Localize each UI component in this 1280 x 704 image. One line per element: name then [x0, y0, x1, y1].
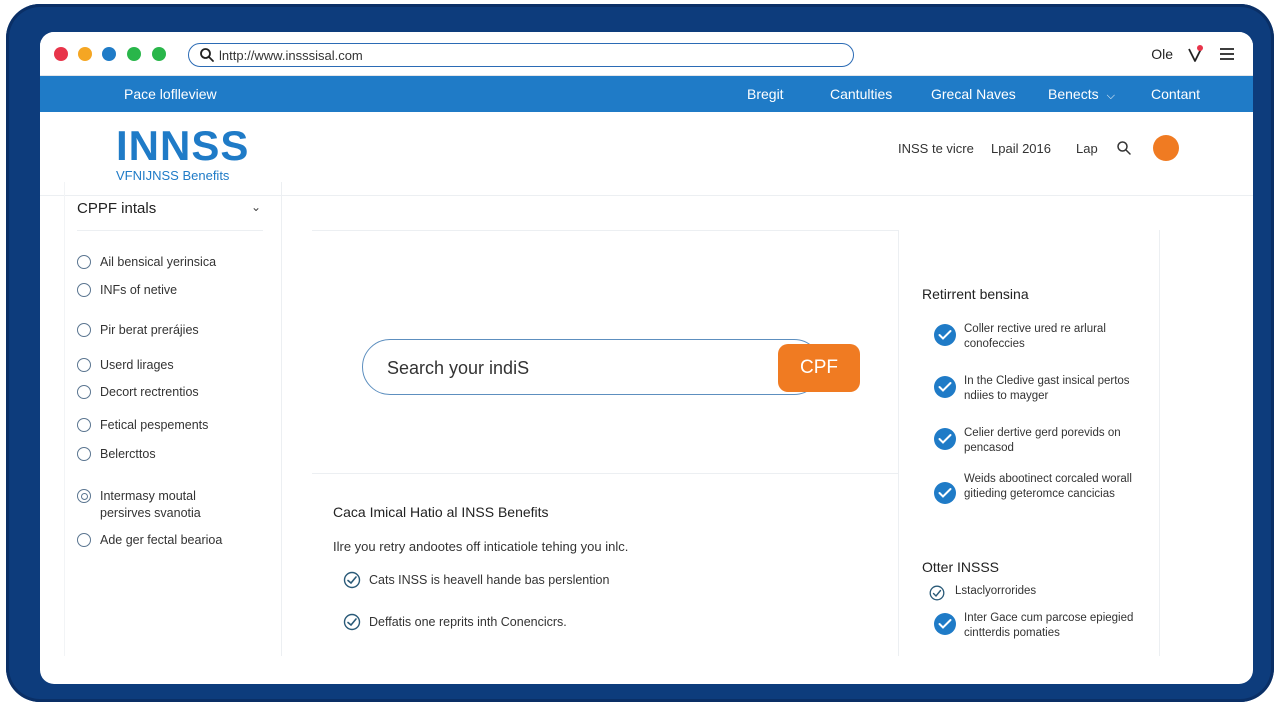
other-item-label: Lstaclyorrorides	[955, 585, 1037, 597]
chevron-down-icon[interactable]: ⌄	[251, 200, 261, 214]
nav-item-contant[interactable]: Contant	[1151, 86, 1200, 102]
benefit-label: Celier dertive gerd porevids on pencasod	[964, 427, 1121, 454]
sidebar-option-label: Decort rectrentios	[100, 385, 199, 399]
toolbar-right: Ole	[1151, 44, 1237, 64]
benefit-item: In the Cledive gast insical pertos ndiie…	[926, 374, 1146, 403]
radio-button[interactable]	[77, 255, 91, 269]
sidebar-option-label: Belercttos	[100, 447, 156, 461]
nav-item-bregit[interactable]: Bregit	[747, 86, 784, 102]
shield-notification-icon[interactable]	[1185, 44, 1205, 64]
sidebar-heading[interactable]: CPPF intals	[77, 200, 156, 217]
divider	[77, 230, 263, 231]
minimize-window-dot[interactable]	[78, 47, 92, 61]
radio-button[interactable]	[77, 323, 91, 337]
feature-label: Cats INSS is heavell hande bas perslenti…	[369, 573, 610, 587]
sidebar-option-label: Ail bensical yerinsica	[100, 255, 217, 269]
benefit-item: Weids abootinect corcaled worall gitiedi…	[926, 472, 1146, 504]
header-link-lpail[interactable]: Lpail 2016	[991, 141, 1051, 156]
other-item: Lstaclyorrorides	[926, 584, 1146, 601]
sidebar-option-label: Ade ger fectal bearioa	[100, 533, 223, 547]
browser-toolbar: lnttp://www.insssisal.com Ole	[40, 32, 1253, 76]
account-label[interactable]: Ole	[1151, 46, 1173, 62]
sidebar-option-label: Userd lirages	[100, 358, 174, 372]
sidebar-option[interactable]: Userd lirages	[77, 357, 174, 374]
feature-item: Cats INSS is heavell hande bas perslenti…	[343, 571, 609, 589]
feature-label: Deffatis one reprits inth Conencicrs.	[369, 615, 567, 629]
radio-button[interactable]	[77, 283, 91, 297]
url-text: lnttp://www.insssisal.com	[219, 48, 363, 63]
device-frame: lnttp://www.insssisal.com Ole Pace lofll…	[6, 4, 1274, 702]
feature-item: Deffatis one reprits inth Conencicrs.	[343, 613, 567, 631]
nav-item-benects-label: Benects	[1048, 86, 1099, 102]
benefit-label: Weids abootinect corcaled worall gitiedi…	[964, 473, 1132, 500]
sidebar-option[interactable]: Pir berat prerájies	[77, 322, 199, 339]
sidebar-option[interactable]: Ail bensical yerinsica	[77, 254, 216, 271]
radio-button-selected[interactable]	[77, 489, 91, 503]
avatar[interactable]	[1153, 135, 1179, 161]
panel-subtitle: Otter INSSS	[922, 559, 1000, 575]
sidebar-option-label: INFs of netive	[100, 283, 178, 297]
nav-item-benects[interactable]: Benects ⌵	[1048, 86, 1115, 103]
radio-button[interactable]	[77, 385, 91, 399]
nav-brand[interactable]: Pace loflleview	[124, 86, 217, 102]
check-circle-icon	[934, 324, 956, 346]
radio-button[interactable]	[77, 358, 91, 372]
sidebar-option-label: Fetical pespements	[100, 418, 209, 432]
logo-subtitle: VFNIJNSS Benefits	[116, 168, 230, 183]
nav-item-grecal-naves[interactable]: Grecal Naves	[931, 86, 1016, 102]
check-circle-icon	[934, 376, 956, 398]
check-circle-icon	[929, 585, 945, 601]
radio-button[interactable]	[77, 418, 91, 432]
sidebar-option-label: Pir berat prerájies	[100, 323, 199, 337]
radio-button[interactable]	[77, 447, 91, 461]
extra-dot-2[interactable]	[152, 47, 166, 61]
check-circle-icon	[934, 482, 956, 504]
check-circle-icon	[934, 428, 956, 450]
zoom-window-dot[interactable]	[102, 47, 116, 61]
benefit-label: In the Cledive gast insical pertos ndiie…	[964, 375, 1130, 402]
sidebar-option[interactable]: INFs of netive	[77, 282, 177, 299]
search-input[interactable]	[387, 355, 767, 381]
other-item: Inter Gace cum parcose epiegied cintterd…	[926, 611, 1146, 640]
close-window-dot[interactable]	[54, 47, 68, 61]
radio-button[interactable]	[77, 533, 91, 547]
sidebar-option[interactable]: Decort rectrentios	[77, 384, 199, 401]
sidebar-option[interactable]: Fetical pespements	[77, 417, 208, 434]
check-circle-icon	[934, 613, 956, 635]
search-icon[interactable]	[1116, 140, 1132, 156]
search-icon	[200, 48, 214, 62]
check-circle-icon	[343, 613, 361, 631]
address-bar[interactable]: lnttp://www.insssisal.com	[188, 43, 854, 67]
cpf-search-button[interactable]: CPF	[778, 344, 860, 392]
top-navigation: Pace loflleview Bregit Cantulties Grecal…	[40, 76, 1253, 112]
check-circle-icon	[343, 571, 361, 589]
sidebar-option[interactable]: Belercttos	[77, 446, 156, 463]
panel-title: Retirrent bensina	[922, 286, 1029, 302]
other-item-label: Inter Gace cum parcose epiegied cintterd…	[964, 612, 1134, 639]
section-description: Ilre you retry andootes off inticatiole …	[333, 539, 629, 554]
sidebar-option[interactable]: Ade ger fectal bearioa	[77, 532, 222, 549]
benefit-item: Coller rective ured re arlural conofecci…	[926, 322, 1146, 351]
filter-sidebar: CPPF intals ⌄ Ail bensical yerinsica INF…	[64, 182, 282, 656]
sidebar-option-label: Intermasy moutal persirves svanotia	[100, 489, 201, 520]
site-logo[interactable]: INNSS	[116, 122, 249, 170]
benefit-item: Celier dertive gerd porevids on pencasod	[926, 426, 1146, 455]
chevron-down-icon: ⌵	[1106, 90, 1115, 102]
benefit-label: Coller rective ured re arlural conofecci…	[964, 323, 1106, 350]
header-link-lap[interactable]: Lap	[1076, 141, 1098, 156]
extra-dot-1[interactable]	[127, 47, 141, 61]
section-title: Caca Imical Hatio al INSS Benefits	[333, 504, 549, 520]
search-field-container[interactable]	[362, 339, 822, 395]
nav-item-cantulties[interactable]: Cantulties	[830, 86, 892, 102]
hamburger-menu-icon[interactable]	[1217, 44, 1237, 64]
header-link-inss[interactable]: INSS te vicre	[898, 141, 974, 156]
sidebar-option[interactable]: Intermasy moutal persirves svanotia	[77, 488, 237, 522]
